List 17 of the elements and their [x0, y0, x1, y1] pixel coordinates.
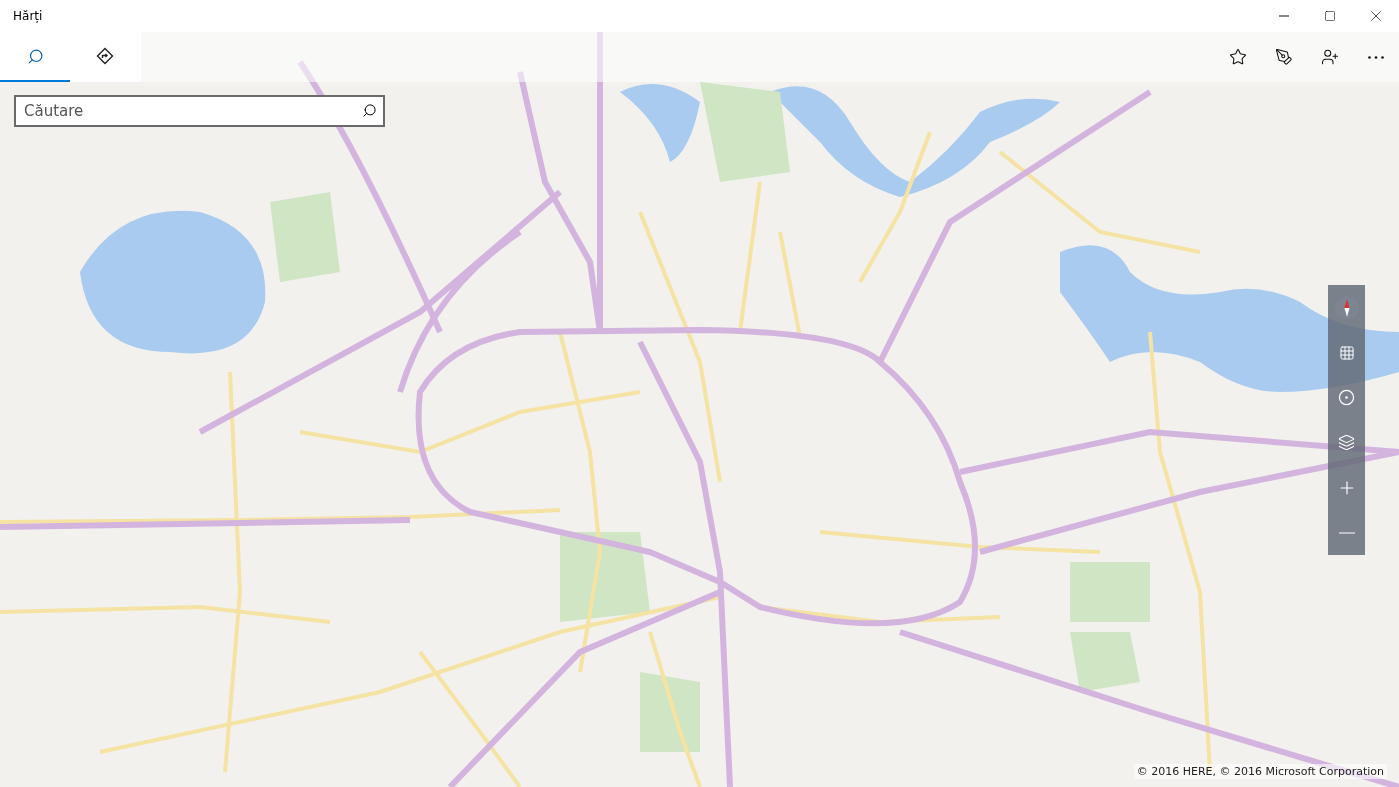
copyright-text: © 2016 HERE, © 2016 Microsoft Corporation	[1133, 764, 1387, 779]
star-icon	[1229, 48, 1247, 66]
compass-icon	[1333, 294, 1360, 321]
search-icon	[362, 103, 377, 118]
more-icon	[1368, 55, 1384, 59]
minimize-icon	[1279, 15, 1289, 17]
directions-icon	[96, 47, 114, 65]
person-add-icon	[1321, 48, 1339, 66]
minus-icon	[1338, 531, 1355, 534]
search-icon	[26, 47, 44, 65]
location-icon	[1338, 389, 1355, 406]
grid-icon	[1338, 344, 1355, 361]
window-title: Hărți	[12, 9, 44, 23]
maximize-icon	[1324, 10, 1336, 22]
pen-icon	[1275, 48, 1293, 66]
search-field[interactable]: Căutare	[14, 95, 385, 127]
layers-icon	[1338, 434, 1355, 451]
